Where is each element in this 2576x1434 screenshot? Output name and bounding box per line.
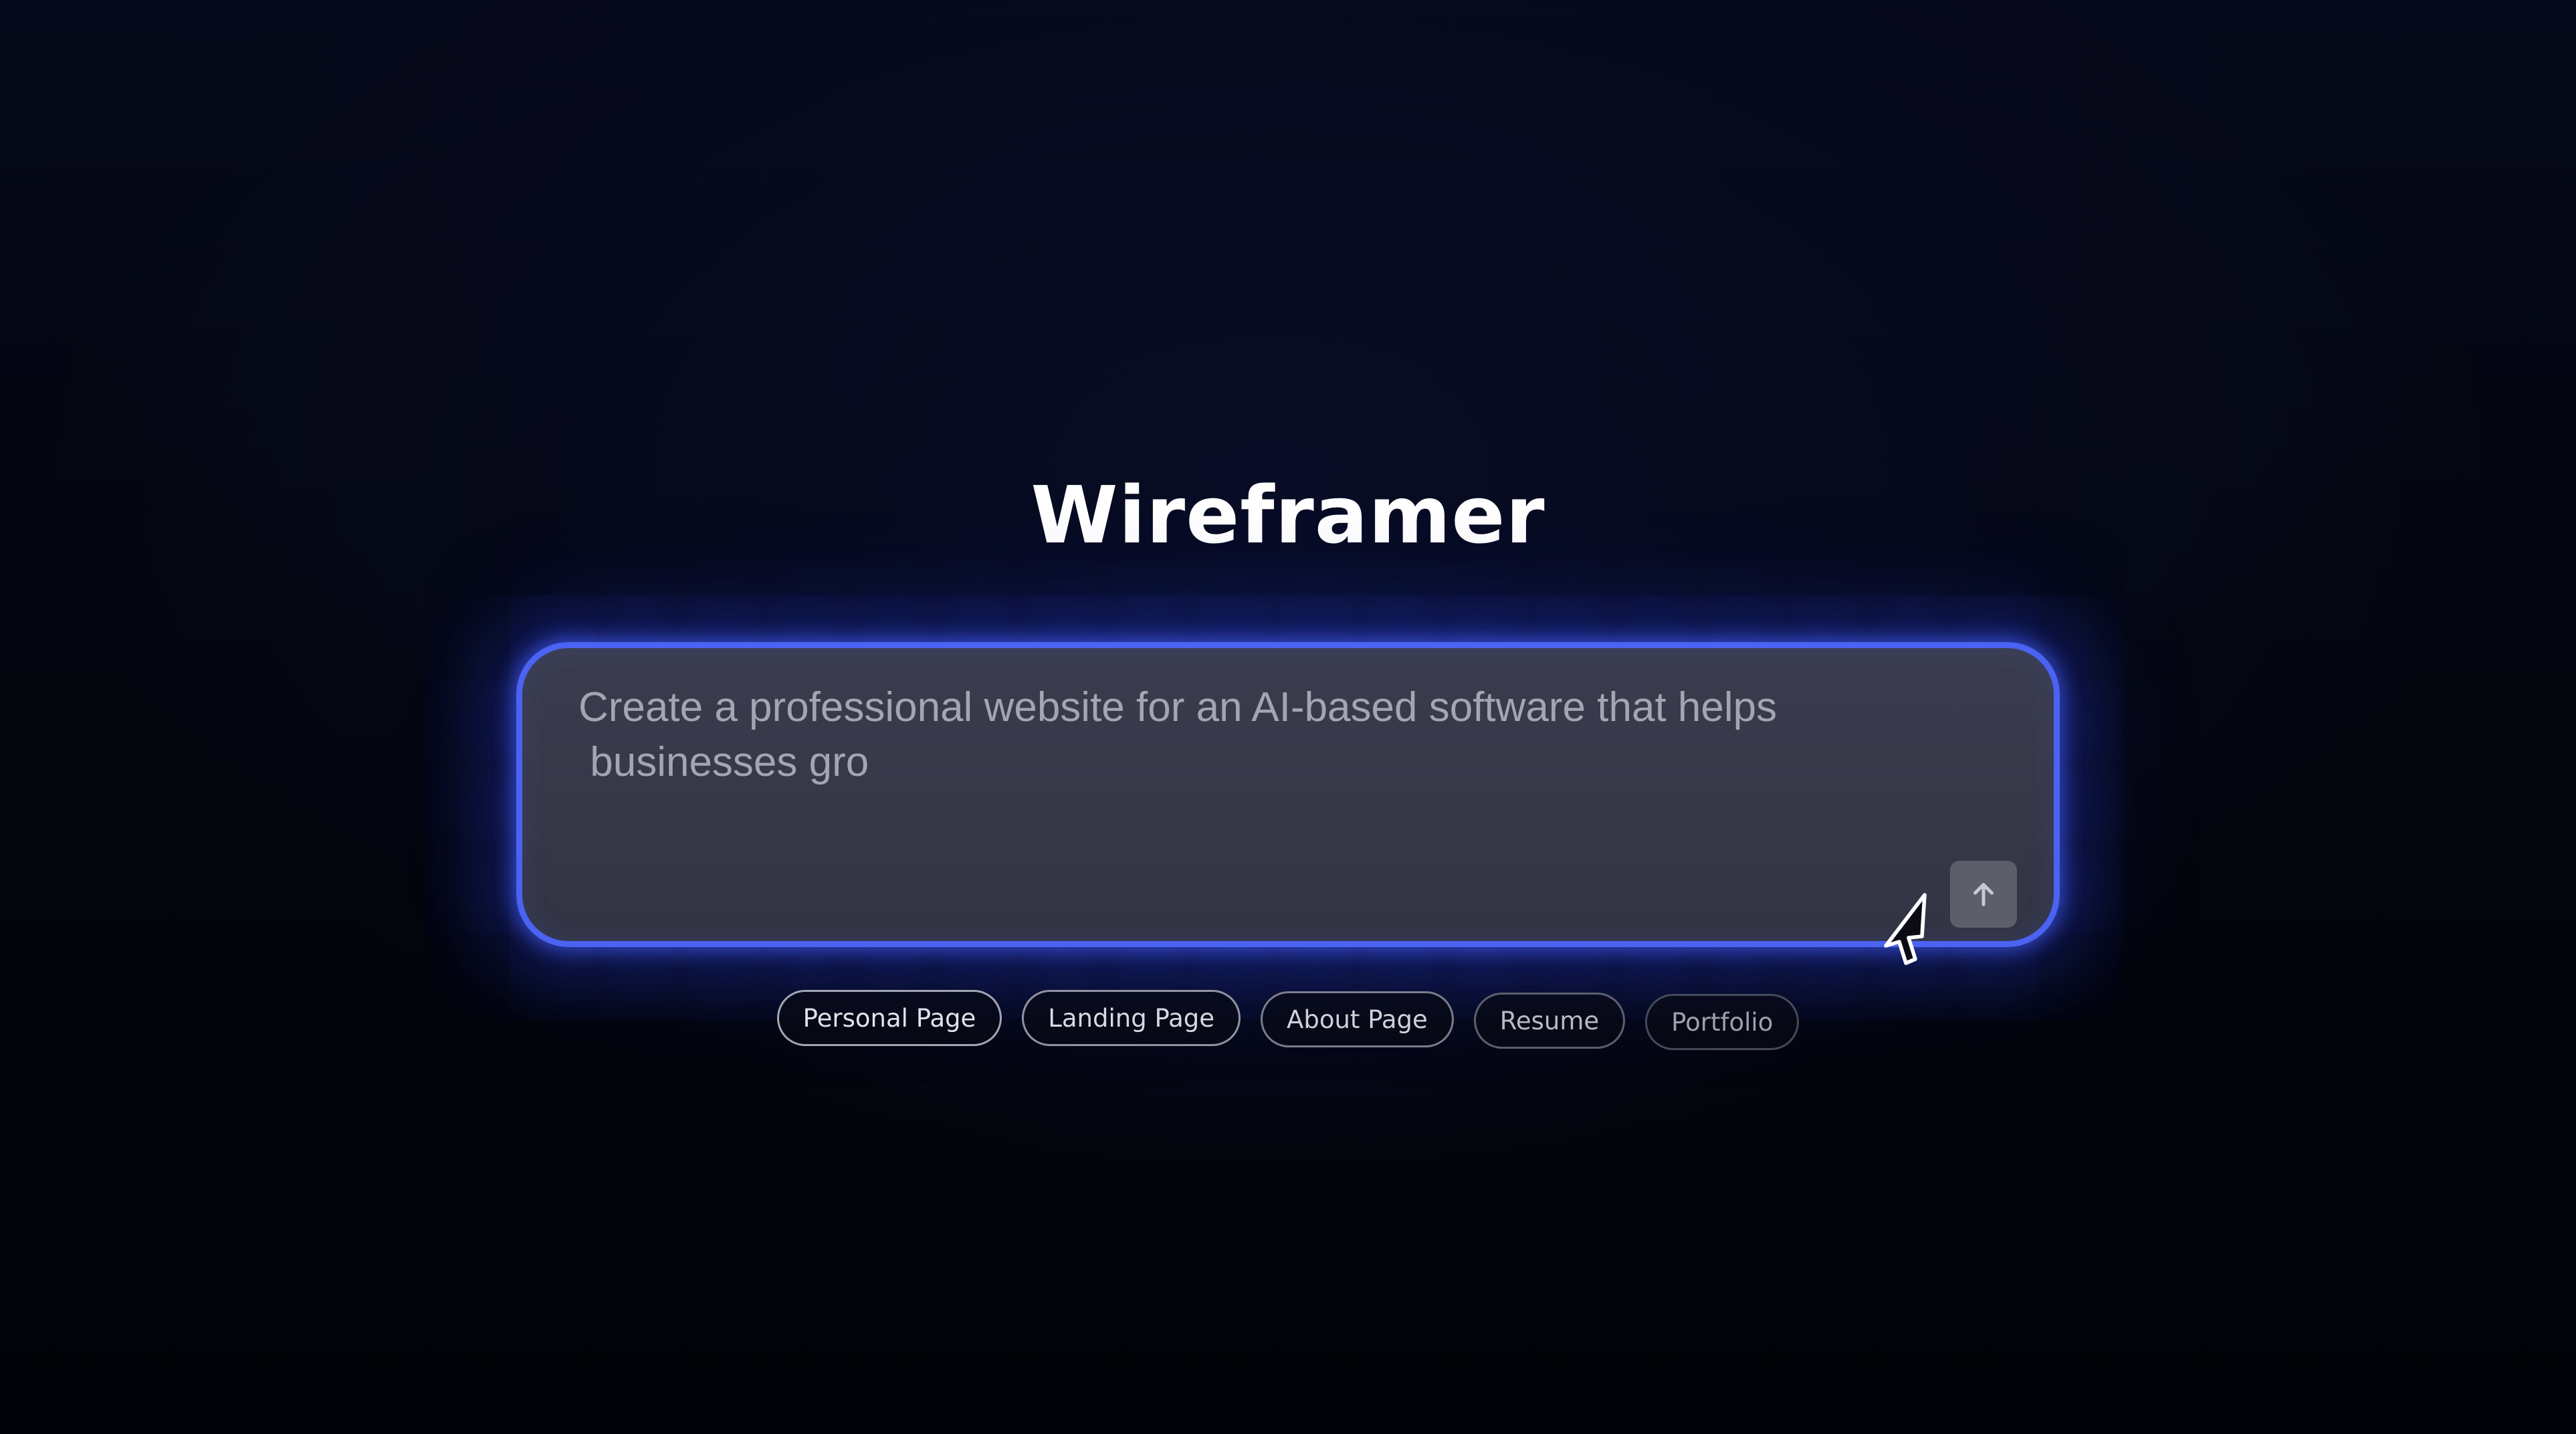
chip-landing-page[interactable]: Landing Page [1022,990,1241,1046]
chip-personal-page[interactable]: Personal Page [776,990,1002,1046]
prompt-input-box[interactable]: Create a professional website for an AI-… [516,642,2060,947]
arrow-up-icon [1973,883,1994,906]
chip-portfolio[interactable]: Portfolio [1645,994,1800,1050]
suggestion-chips: Personal Page Landing Page About Page Re… [0,990,2576,1050]
chip-resume[interactable]: Resume [1473,993,1626,1049]
send-button[interactable] [1950,861,2017,928]
prompt-input-text[interactable]: Create a professional website for an AI-… [578,680,1916,790]
mouse-pointer-icon [1884,893,1927,965]
app-title: Wireframer [1031,469,1545,561]
chip-about-page[interactable]: About Page [1261,991,1454,1047]
